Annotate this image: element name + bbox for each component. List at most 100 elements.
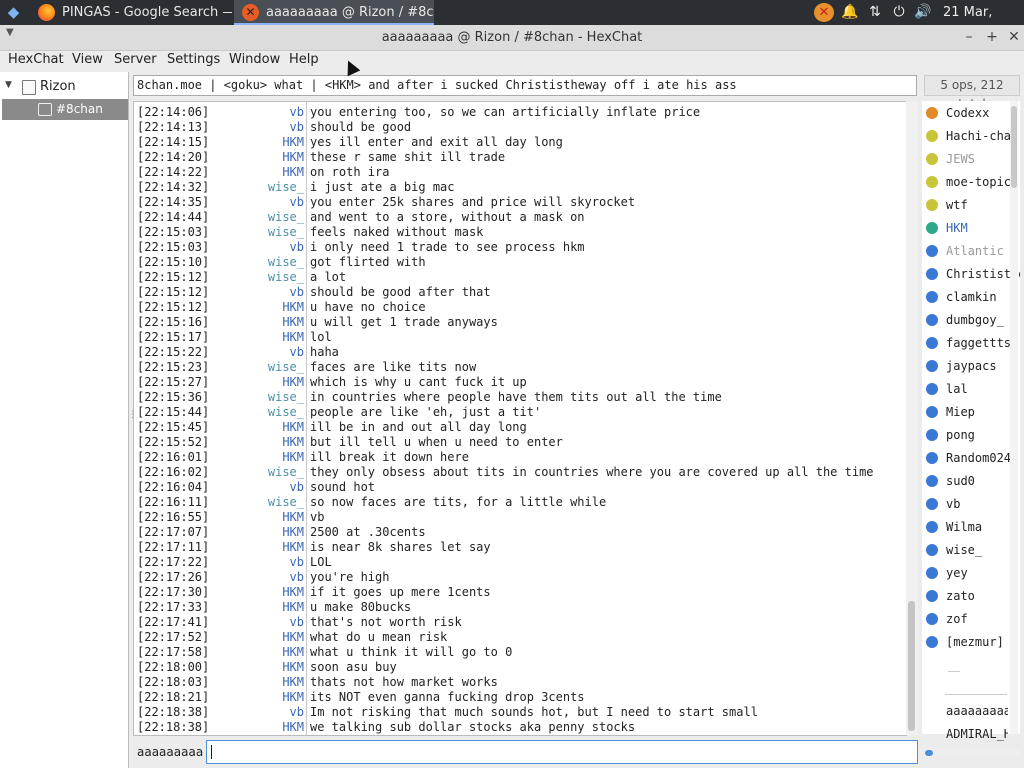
chat-line[interactable]: [22:17:26] vb you're high: [134, 570, 906, 585]
message-nick[interactable]: HKM: [230, 135, 304, 150]
user-list-item[interactable]: Atlantic: [922, 240, 1020, 263]
user-list-item[interactable]: Miep: [922, 401, 1020, 424]
chat-line[interactable]: [22:14:15] HKM yes ill enter and exit all …: [134, 135, 906, 150]
chat-line[interactable]: [22:18:38] HKM we talking sub dollar stock…: [134, 720, 906, 735]
network-icon[interactable]: ⇅: [865, 3, 885, 22]
taskbar-hexchat-window[interactable]: ✕ aaaaaaaaa @ Rizon / #8cha...: [234, 0, 434, 25]
message-nick[interactable]: vb: [230, 195, 304, 210]
user-list-item[interactable]: clamkin: [922, 286, 1020, 309]
topic-bar[interactable]: 8chan.moe | <goku> what | <HKM> and afte…: [133, 75, 917, 96]
volume-icon[interactable]: 🔊: [911, 3, 935, 22]
chat-line[interactable]: [22:17:52] HKM what do u mean risk: [134, 630, 906, 645]
close-button[interactable]: ✕: [1005, 27, 1023, 47]
chat-line[interactable]: [22:14:35] vb you enter 25k shares and pri…: [134, 195, 906, 210]
start-menu-icon[interactable]: ◆: [4, 3, 23, 22]
message-nick[interactable]: HKM: [230, 525, 304, 540]
user-list-item[interactable]: [mezmur]: [922, 631, 1020, 654]
tree-item-server[interactable]: ▼ Rizon: [0, 76, 128, 98]
chat-line[interactable]: [22:17:33] HKM u make 80bucks: [134, 600, 906, 615]
notification-bell-icon[interactable]: 🔔: [840, 3, 860, 22]
message-nick[interactable]: vb: [230, 285, 304, 300]
message-nick[interactable]: vb: [230, 570, 304, 585]
message-nick[interactable]: wise_: [230, 270, 304, 285]
message-nick[interactable]: vb: [230, 240, 304, 255]
message-nick[interactable]: wise_: [230, 255, 304, 270]
user-list[interactable]: Codexx Hachi-chan JEWS moe-topic wtf HKM Atlan…: [922, 101, 1020, 734]
chat-line[interactable]: [22:15:17] HKM lol: [134, 330, 906, 345]
message-nick[interactable]: vb: [230, 555, 304, 570]
userlist-horizontal-scrollbar[interactable]: [923, 749, 1020, 757]
chat-line[interactable]: [22:15:36] wise_ in countries where people…: [134, 390, 906, 405]
chat-line[interactable]: [22:14:06] vb you entering too, so we can …: [134, 105, 906, 120]
taskbar-firefox-window[interactable]: PINGAS - Google Search — ...: [30, 0, 232, 25]
userlist-scrollbar-thumb[interactable]: [1011, 106, 1017, 188]
user-list-item[interactable]: vb: [922, 493, 1020, 516]
chat-line[interactable]: [22:15:10] wise_ got flirted with: [134, 255, 906, 270]
message-nick[interactable]: HKM: [230, 720, 304, 735]
user-list-item[interactable]: jaypacs: [922, 355, 1020, 378]
menu-help[interactable]: Help: [288, 51, 320, 69]
message-nick[interactable]: HKM: [230, 300, 304, 315]
message-nick[interactable]: HKM: [230, 675, 304, 690]
user-list-item[interactable]: JEWS: [922, 148, 1020, 171]
message-nick[interactable]: wise_: [230, 210, 304, 225]
maximize-button[interactable]: +: [983, 27, 1001, 47]
chat-line[interactable]: [22:14:44] wise_ and went to a store, with…: [134, 210, 906, 225]
message-nick[interactable]: HKM: [230, 510, 304, 525]
chat-line[interactable]: [22:16:02] wise_ they only obsess about ti…: [134, 465, 906, 480]
chat-line[interactable]: [22:14:32] wise_ i just ate a big mac: [134, 180, 906, 195]
chat-line[interactable]: [22:17:41] vb that's not worth risk: [134, 615, 906, 630]
chat-line[interactable]: [22:18:21] HKM its NOT even ganna fucking …: [134, 690, 906, 705]
message-nick[interactable]: wise_: [230, 465, 304, 480]
user-list-item[interactable]: faggettts: [922, 332, 1020, 355]
chat-line[interactable]: [22:14:13] vb should be good: [134, 120, 906, 135]
user-list-item[interactable]: lal: [922, 378, 1020, 401]
chat-line[interactable]: [22:14:20] HKM these r same shit ill trade: [134, 150, 906, 165]
message-nick[interactable]: wise_: [230, 390, 304, 405]
chat-line[interactable]: [22:17:22] vb LOL: [134, 555, 906, 570]
hexchat-tray-icon[interactable]: ✕: [814, 3, 834, 22]
chat-line[interactable]: [22:15:03] vb i only need 1 trade to see p…: [134, 240, 906, 255]
menu-view[interactable]: View: [71, 51, 104, 69]
chat-line[interactable]: [22:15:12] vb should be good after that: [134, 285, 906, 300]
user-list-item[interactable]: moe-topic: [922, 171, 1020, 194]
chat-line[interactable]: [22:15:52] HKM but ill tell u when u need …: [134, 435, 906, 450]
userlist-bottom-item[interactable]: ADMIRAL_H: [946, 727, 1008, 741]
message-nick[interactable]: HKM: [230, 315, 304, 330]
chat-line[interactable]: [22:16:01] HKM ill break it down here: [134, 450, 906, 465]
chat-line[interactable]: [22:17:30] HKM if it goes up mere 1cents: [134, 585, 906, 600]
window-titlebar[interactable]: ▼ aaaaaaaaa @ Rizon / #8chan - HexChat –…: [0, 25, 1024, 51]
message-nick[interactable]: vb: [230, 615, 304, 630]
chat-line[interactable]: [22:16:11] wise_ so now faces are tits, fo…: [134, 495, 906, 510]
message-nick[interactable]: vb: [230, 705, 304, 720]
message-nick[interactable]: HKM: [230, 435, 304, 450]
chat-line[interactable]: [22:15:45] HKM ill be in and out all day l…: [134, 420, 906, 435]
chat-line[interactable]: [22:17:11] HKM is near 8k shares let say: [134, 540, 906, 555]
message-nick[interactable]: wise_: [230, 180, 304, 195]
chat-log[interactable]: [22:14:06] vb you entering too, so we can …: [133, 101, 907, 736]
chat-line[interactable]: [22:15:44] wise_ people are like 'eh, just…: [134, 405, 906, 420]
userlist-scrollbar[interactable]: [1010, 101, 1018, 734]
tree-item-channel[interactable]: #8chan: [2, 99, 128, 120]
chat-line[interactable]: [22:15:22] vb haha: [134, 345, 906, 360]
chat-scrollbar-thumb[interactable]: [908, 601, 915, 731]
message-nick[interactable]: HKM: [230, 660, 304, 675]
chat-line[interactable]: [22:16:04] vb sound hot: [134, 480, 906, 495]
user-list-item[interactable]: zof: [922, 608, 1020, 631]
menu-settings[interactable]: Settings: [166, 51, 221, 69]
nick-button[interactable]: aaaaaaaaa: [137, 745, 203, 759]
message-nick[interactable]: HKM: [230, 420, 304, 435]
chat-line[interactable]: [22:16:55] HKM vb: [134, 510, 906, 525]
user-list-item[interactable]: wtf: [922, 194, 1020, 217]
message-nick[interactable]: HKM: [230, 330, 304, 345]
message-nick[interactable]: wise_: [230, 360, 304, 375]
chat-line[interactable]: [22:14:22] HKM on roth ira: [134, 165, 906, 180]
user-list-item[interactable]: Codexx: [922, 102, 1020, 125]
user-list-item[interactable]: zato: [922, 585, 1020, 608]
user-list-item[interactable]: wise_: [922, 539, 1020, 562]
message-nick[interactable]: HKM: [230, 645, 304, 660]
menu-hexchat[interactable]: HexChat: [7, 51, 65, 69]
message-nick[interactable]: vb: [230, 345, 304, 360]
message-nick[interactable]: wise_: [230, 405, 304, 420]
chat-line[interactable]: [22:18:03] HKM thats not how market works: [134, 675, 906, 690]
